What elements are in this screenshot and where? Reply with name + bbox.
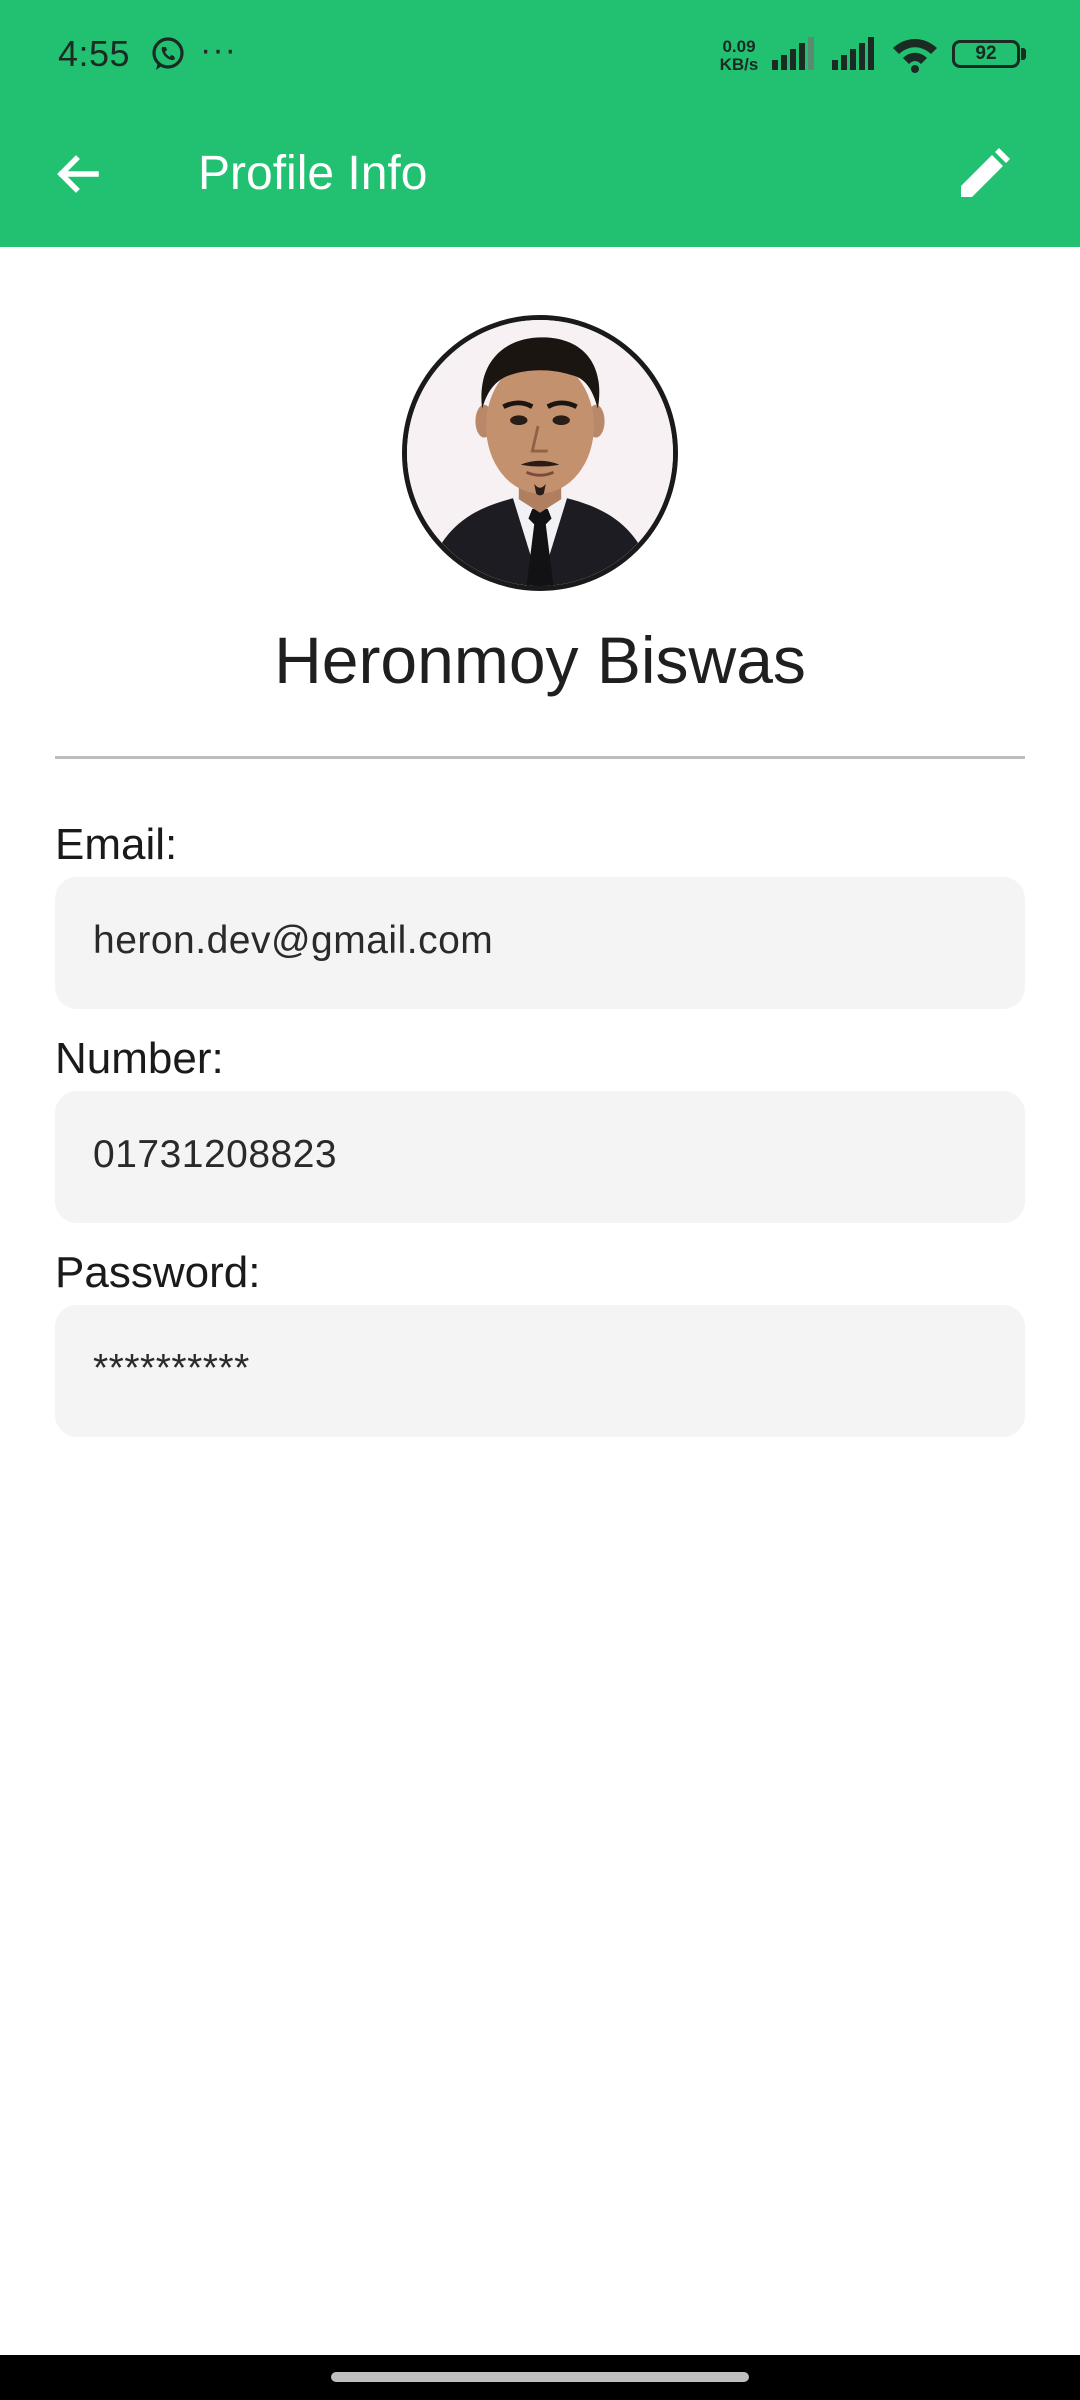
- number-field[interactable]: 01731208823: [55, 1091, 1025, 1223]
- home-indicator[interactable]: [331, 2372, 749, 2382]
- profile-photo: [407, 320, 673, 586]
- wifi-icon: [890, 34, 940, 74]
- password-field[interactable]: **********: [55, 1305, 1025, 1437]
- number-label: Number:: [55, 1034, 224, 1083]
- app-bar: Profile Info: [0, 108, 1080, 247]
- email-field[interactable]: heron.dev@gmail.com: [55, 877, 1025, 1009]
- password-value: **********: [93, 1347, 250, 1390]
- signal-icon: [830, 36, 878, 72]
- navigation-bar: [0, 2355, 1080, 2400]
- status-time: 4:55: [58, 33, 131, 74]
- page-title: Profile Info: [198, 147, 428, 200]
- header-area: 4:55 ··· 0.09 KB/s 92 Profile Info: [0, 0, 1080, 247]
- password-label: Password:: [55, 1248, 261, 1297]
- battery-tip: [1021, 48, 1026, 60]
- network-speed-value: 0.09: [722, 37, 756, 56]
- profile-name: Heronmoy Biswas: [274, 623, 806, 697]
- number-value: 01731208823: [93, 1133, 338, 1176]
- back-button[interactable]: [40, 136, 116, 212]
- signal-icon: [770, 36, 818, 72]
- email-value: heron.dev@gmail.com: [93, 919, 494, 962]
- whatsapp-icon: [148, 34, 188, 74]
- network-speed: 0.09 KB/s: [714, 38, 764, 74]
- pencil-icon: [961, 148, 1010, 197]
- arrow-left-icon: [57, 155, 99, 193]
- battery-icon: 92: [952, 40, 1020, 68]
- network-speed-unit: KB/s: [719, 55, 759, 74]
- edit-button[interactable]: [946, 136, 1022, 212]
- more-notifications-icon: ···: [200, 31, 237, 69]
- email-label: Email:: [55, 820, 178, 869]
- divider: [55, 756, 1025, 759]
- status-bar: 4:55 ··· 0.09 KB/s 92: [0, 0, 1080, 108]
- avatar[interactable]: [402, 315, 678, 591]
